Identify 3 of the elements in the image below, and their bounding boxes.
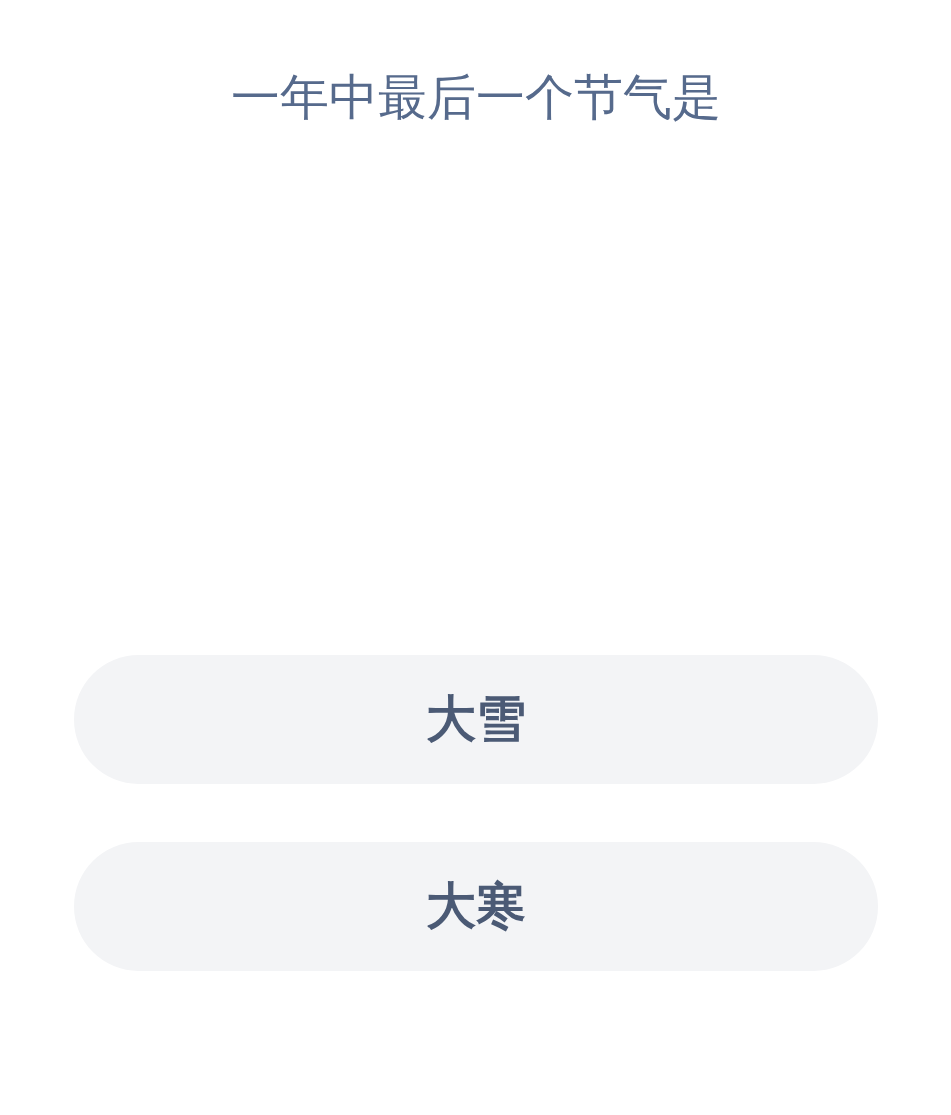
answer-option-button[interactable]: 大寒 — [73, 842, 878, 971]
question-text: 一年中最后一个节气是 — [230, 68, 721, 128]
answer-option-button[interactable]: 大雪 — [73, 655, 878, 784]
